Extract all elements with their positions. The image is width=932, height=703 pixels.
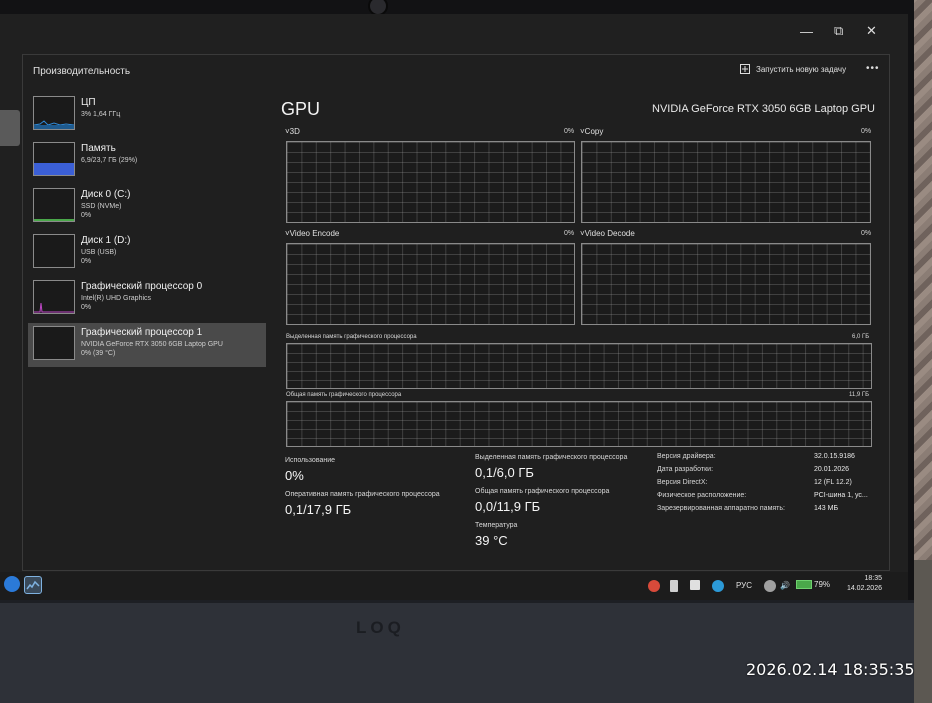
engine-value-video-decode: 0% bbox=[861, 230, 872, 237]
sidebar-item-cpu[interactable]: ЦП 3% 1,64 ГГц bbox=[28, 93, 266, 137]
laptop-logo: LOQ bbox=[356, 618, 405, 637]
dedicated-memory-graph-max: 6,0 ГБ bbox=[852, 334, 870, 340]
detail-value: 32.0.15.9186 bbox=[814, 453, 855, 460]
graph-copy bbox=[581, 141, 871, 223]
disk-1-thumbnail bbox=[33, 234, 75, 268]
engine-value-copy: 0% bbox=[861, 128, 872, 135]
new-task-label: Запустить новую задачу bbox=[756, 64, 847, 74]
battery-icon bbox=[796, 580, 812, 589]
app-icon[interactable] bbox=[4, 576, 20, 592]
engine-value-3d: 0% bbox=[564, 128, 575, 135]
clock-date: 14.02.2026 bbox=[846, 585, 882, 592]
sidebar-item-detail: USB (USB) 0% bbox=[81, 249, 117, 265]
sidebar-item-label: Графический процессор 0 bbox=[81, 281, 203, 292]
disk-0-thumbnail bbox=[33, 188, 75, 222]
sidebar-item-disk-1[interactable]: Диск 1 (D:) USB (USB) 0% bbox=[28, 231, 266, 275]
engine-select-copy[interactable]: ˅Copy bbox=[580, 127, 603, 136]
title-bar: Производительность Запустить новую задач… bbox=[23, 55, 889, 87]
detail-key: Версия драйвера: bbox=[657, 453, 716, 460]
sidebar-item-disk-0[interactable]: Диск 0 (C:) SSD (NVMe) 0% bbox=[28, 185, 266, 229]
usage-value: 0% bbox=[285, 468, 304, 483]
shared-memory-graph-label: Общая память графического процессора bbox=[286, 392, 402, 398]
sidebar-item-label: Память bbox=[81, 143, 116, 154]
photo-timestamp: 2026.02.14 18:35:35 bbox=[746, 660, 915, 679]
battery-indicator[interactable]: 79% bbox=[796, 580, 830, 589]
engine-select-video-decode[interactable]: ˅Video Decode bbox=[580, 229, 635, 238]
engine-select-video-encode[interactable]: ˅Video Encode bbox=[285, 229, 339, 238]
task-manager-window: Производительность Запустить новую задач… bbox=[22, 54, 890, 571]
gpu-model-name: NVIDIA GeForce RTX 3050 6GB Laptop GPU bbox=[652, 103, 875, 115]
sidebar-item-gpu-1[interactable]: Графический процессор 1 NVIDIA GeForce R… bbox=[28, 323, 266, 367]
sidebar-item-label: Диск 1 (D:) bbox=[81, 235, 131, 246]
gpu-heading: GPU bbox=[281, 99, 321, 119]
graph-3d bbox=[286, 141, 575, 223]
detail-value: 143 МБ bbox=[814, 505, 839, 512]
cpu-thumbnail bbox=[33, 96, 75, 130]
engine-select-3d[interactable]: ˅3D bbox=[285, 127, 300, 136]
detail-key: Дата разработки: bbox=[657, 466, 714, 473]
memory-thumbnail bbox=[33, 142, 75, 176]
usb-device-icon[interactable] bbox=[670, 580, 678, 592]
sidebar-item-label: Графический процессор 1 bbox=[81, 327, 203, 338]
settings-icon[interactable] bbox=[764, 580, 776, 592]
laptop-chin bbox=[0, 600, 914, 703]
detail-key: Зарезервированная аппаратно память: bbox=[657, 505, 785, 512]
gpu-1-thumbnail bbox=[33, 326, 75, 360]
temperature-label: Температура bbox=[475, 522, 518, 529]
graph-dedicated-memory bbox=[286, 343, 872, 389]
detail-key: Физическое расположение: bbox=[657, 492, 747, 499]
shared-memory-graph-max: 11,9 ГБ bbox=[849, 392, 870, 398]
gpu-ram-value: 0,1/17,9 ГБ bbox=[285, 502, 352, 517]
close-button[interactable]: ✕ bbox=[866, 23, 877, 39]
performance-graph-icon bbox=[26, 580, 40, 590]
graph-video-decode bbox=[581, 243, 871, 325]
system-clock[interactable]: 18:35 14.02.2026 bbox=[847, 574, 882, 594]
detail-value: PCI-шина 1, ус... bbox=[814, 492, 868, 499]
sidebar-item-detail: NVIDIA GeForce RTX 3050 6GB Laptop GPU 0%… bbox=[81, 341, 223, 357]
sidebar-item-gpu-0[interactable]: Графический процессор 0 Intel(R) UHD Gra… bbox=[28, 277, 266, 321]
shared-memory-label: Общая память графического процессора bbox=[475, 488, 610, 495]
gpu-0-thumbnail bbox=[33, 280, 75, 314]
detail-value: 20.01.2026 bbox=[814, 466, 850, 473]
graph-video-encode bbox=[286, 243, 575, 325]
sidebar-item-detail: 6,9/23,7 ГБ (29%) bbox=[81, 157, 138, 164]
detail-value: 12 (FL 12.2) bbox=[814, 479, 852, 486]
browser-icon[interactable] bbox=[712, 580, 724, 592]
taskbar: РУС 🔊 79% 18:35 14.02.2026 bbox=[0, 572, 908, 600]
notification-app-icon[interactable] bbox=[648, 580, 660, 592]
maximize-button[interactable]: ⧉ bbox=[834, 23, 843, 39]
language-indicator[interactable]: РУС bbox=[736, 581, 752, 590]
sidebar-item-detail: 3% 1,64 ГГц bbox=[81, 111, 121, 118]
sidebar-item-detail: Intel(R) UHD Graphics 0% bbox=[81, 295, 152, 311]
dedicated-memory-graph-label: Выделенная память графического процессор… bbox=[286, 334, 417, 340]
usage-label: Использование bbox=[285, 457, 336, 464]
graph-shared-memory bbox=[286, 401, 872, 447]
performance-sidebar: ЦП 3% 1,64 ГГц Память 6,9/23,7 ГБ (29%) … bbox=[28, 93, 266, 573]
dedicated-memory-label: Выделенная память графического процессор… bbox=[475, 454, 628, 461]
task-manager-taskbar-icon[interactable] bbox=[24, 576, 42, 594]
sidebar-item-detail: SSD (NVMe) 0% bbox=[81, 203, 122, 219]
screen: — ⧉ ✕ Производительность Запустить новую… bbox=[0, 14, 908, 600]
temperature-value: 39 °C bbox=[475, 533, 508, 548]
tray-app-icon[interactable] bbox=[690, 580, 700, 590]
clock-time: 18:35 bbox=[864, 575, 882, 582]
volume-icon[interactable]: 🔊 bbox=[780, 581, 790, 590]
more-options-button[interactable]: ••• bbox=[866, 63, 880, 74]
battery-percent: 79% bbox=[814, 580, 831, 589]
page-title: Производительность bbox=[33, 66, 131, 77]
nav-selected-indicator[interactable] bbox=[0, 110, 20, 146]
detail-key: Версия DirectX: bbox=[657, 479, 708, 486]
minimize-button[interactable]: — bbox=[800, 24, 813, 39]
new-task-button[interactable]: Запустить новую задачу bbox=[740, 64, 846, 74]
shared-memory-value: 0,0/11,9 ГБ bbox=[475, 499, 541, 514]
sidebar-item-label: ЦП bbox=[81, 97, 96, 108]
gpu-ram-label: Оперативная память графического процессо… bbox=[285, 491, 440, 498]
sidebar-item-memory[interactable]: Память 6,9/23,7 ГБ (29%) bbox=[28, 139, 266, 183]
new-task-icon bbox=[740, 64, 750, 74]
dedicated-memory-value: 0,1/6,0 ГБ bbox=[475, 465, 534, 480]
sidebar-item-label: Диск 0 (C:) bbox=[81, 189, 131, 200]
engine-value-video-encode: 0% bbox=[564, 230, 575, 237]
